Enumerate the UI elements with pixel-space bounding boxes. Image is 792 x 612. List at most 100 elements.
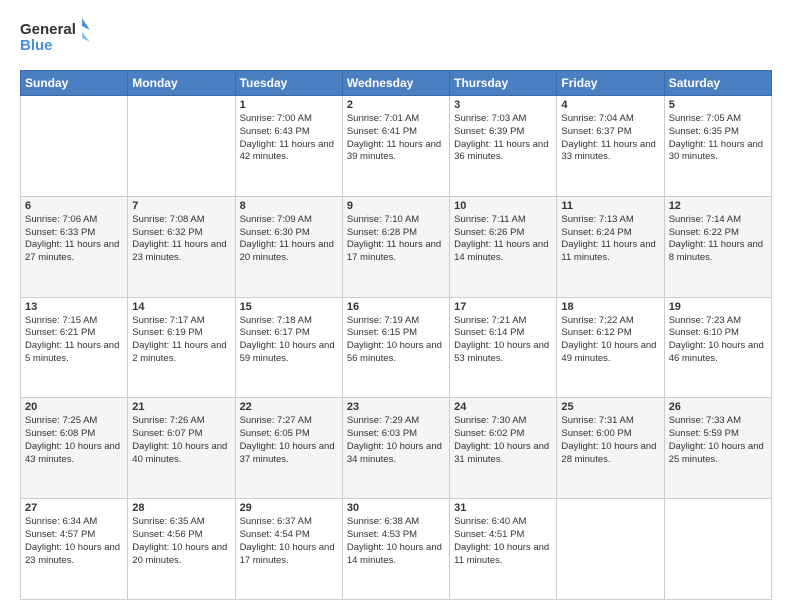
day-number: 15 <box>240 301 338 313</box>
day-number: 23 <box>347 401 445 413</box>
calendar-cell: 30 Sunrise: 6:38 AM Sunset: 4:53 PM Dayli… <box>342 499 449 600</box>
day-info: Sunrise: 6:37 AM Sunset: 4:54 PM Dayligh… <box>240 516 338 567</box>
day-info: Sunrise: 7:19 AM Sunset: 6:15 PM Dayligh… <box>347 315 445 366</box>
day-number: 26 <box>669 401 767 413</box>
calendar-week-1: 1Sunrise: 7:00 AM Sunset: 6:43 PM Daylig… <box>21 96 772 197</box>
day-number: 2 <box>347 99 445 111</box>
day-info: Sunrise: 6:34 AM Sunset: 4:57 PM Dayligh… <box>25 516 123 567</box>
calendar-cell: 7Sunrise: 7:08 AM Sunset: 6:32 PM Daylig… <box>128 196 235 297</box>
day-info: Sunrise: 7:08 AM Sunset: 6:32 PM Dayligh… <box>132 214 230 265</box>
day-number: 3 <box>454 99 552 111</box>
day-info: Sunrise: 7:10 AM Sunset: 6:28 PM Dayligh… <box>347 214 445 265</box>
calendar-cell: 9 Sunrise: 7:10 AM Sunset: 6:28 PM Daylig… <box>342 196 449 297</box>
weekday-header-saturday: Saturday <box>664 71 771 96</box>
calendar-cell <box>128 96 235 197</box>
calendar-header-row: SundayMondayTuesdayWednesdayThursdayFrid… <box>21 71 772 96</box>
day-number: 11 <box>561 200 659 212</box>
day-info: Sunrise: 7:22 AM Sunset: 6:12 PM Dayligh… <box>561 315 659 366</box>
weekday-header-thursday: Thursday <box>450 71 557 96</box>
calendar-cell: 21Sunrise: 7:26 AM Sunset: 6:07 PM Dayli… <box>128 398 235 499</box>
calendar-cell: 27 Sunrise: 6:34 AM Sunset: 4:57 PM Dayli… <box>21 499 128 600</box>
calendar-week-2: 6Sunrise: 7:06 AM Sunset: 6:33 PM Daylig… <box>21 196 772 297</box>
day-number: 13 <box>25 301 123 313</box>
calendar-cell: 25Sunrise: 7:31 AM Sunset: 6:00 PM Dayli… <box>557 398 664 499</box>
calendar-cell <box>664 499 771 600</box>
day-number: 21 <box>132 401 230 413</box>
day-info: Sunrise: 7:25 AM Sunset: 6:08 PM Dayligh… <box>25 415 123 466</box>
day-info: Sunrise: 7:14 AM Sunset: 6:22 PM Dayligh… <box>669 214 767 265</box>
weekday-header-tuesday: Tuesday <box>235 71 342 96</box>
day-number: 18 <box>561 301 659 313</box>
calendar-cell: 6Sunrise: 7:06 AM Sunset: 6:33 PM Daylig… <box>21 196 128 297</box>
day-info: Sunrise: 7:11 AM Sunset: 6:26 PM Dayligh… <box>454 214 552 265</box>
calendar-cell: 31 Sunrise: 6:40 AM Sunset: 4:51 PM Dayli… <box>450 499 557 600</box>
day-info: Sunrise: 7:03 AM Sunset: 6:39 PM Dayligh… <box>454 113 552 164</box>
calendar-cell <box>557 499 664 600</box>
day-number: 6 <box>25 200 123 212</box>
day-number: 20 <box>25 401 123 413</box>
calendar-cell <box>21 96 128 197</box>
calendar-cell: 24 Sunrise: 7:30 AM Sunset: 6:02 PM Dayli… <box>450 398 557 499</box>
calendar-cell: 12 Sunrise: 7:14 AM Sunset: 6:22 PM Dayli… <box>664 196 771 297</box>
calendar-cell: 17 Sunrise: 7:21 AM Sunset: 6:14 PM Dayli… <box>450 297 557 398</box>
weekday-header-friday: Friday <box>557 71 664 96</box>
calendar-week-4: 20 Sunrise: 7:25 AM Sunset: 6:08 PM Dayli… <box>21 398 772 499</box>
day-number: 29 <box>240 502 338 514</box>
calendar-cell: 18 Sunrise: 7:22 AM Sunset: 6:12 PM Dayli… <box>557 297 664 398</box>
day-info: Sunrise: 7:05 AM Sunset: 6:35 PM Dayligh… <box>669 113 767 164</box>
day-info: Sunrise: 7:04 AM Sunset: 6:37 PM Dayligh… <box>561 113 659 164</box>
calendar-cell: 23 Sunrise: 7:29 AM Sunset: 6:03 PM Dayli… <box>342 398 449 499</box>
calendar-cell: 13Sunrise: 7:15 AM Sunset: 6:21 PM Dayli… <box>21 297 128 398</box>
day-number: 14 <box>132 301 230 313</box>
calendar-week-3: 13Sunrise: 7:15 AM Sunset: 6:21 PM Dayli… <box>21 297 772 398</box>
calendar-cell: 10 Sunrise: 7:11 AM Sunset: 6:26 PM Dayli… <box>450 196 557 297</box>
day-number: 8 <box>240 200 338 212</box>
calendar-cell: 26 Sunrise: 7:33 AM Sunset: 5:59 PM Dayli… <box>664 398 771 499</box>
weekday-header-sunday: Sunday <box>21 71 128 96</box>
day-number: 31 <box>454 502 552 514</box>
day-info: Sunrise: 7:21 AM Sunset: 6:14 PM Dayligh… <box>454 315 552 366</box>
day-number: 10 <box>454 200 552 212</box>
calendar-cell: 16Sunrise: 7:19 AM Sunset: 6:15 PM Dayli… <box>342 297 449 398</box>
day-info: Sunrise: 7:01 AM Sunset: 6:41 PM Dayligh… <box>347 113 445 164</box>
calendar-cell: 4 Sunrise: 7:04 AM Sunset: 6:37 PM Daylig… <box>557 96 664 197</box>
day-info: Sunrise: 7:17 AM Sunset: 6:19 PM Dayligh… <box>132 315 230 366</box>
calendar-cell: 28Sunrise: 6:35 AM Sunset: 4:56 PM Dayli… <box>128 499 235 600</box>
day-info: Sunrise: 6:38 AM Sunset: 4:53 PM Dayligh… <box>347 516 445 567</box>
svg-text:General: General <box>20 21 76 38</box>
day-info: Sunrise: 7:23 AM Sunset: 6:10 PM Dayligh… <box>669 315 767 366</box>
calendar-cell: 22Sunrise: 7:27 AM Sunset: 6:05 PM Dayli… <box>235 398 342 499</box>
day-info: Sunrise: 7:09 AM Sunset: 6:30 PM Dayligh… <box>240 214 338 265</box>
calendar-cell: 3 Sunrise: 7:03 AM Sunset: 6:39 PM Daylig… <box>450 96 557 197</box>
day-number: 9 <box>347 200 445 212</box>
calendar-cell: 15Sunrise: 7:18 AM Sunset: 6:17 PM Dayli… <box>235 297 342 398</box>
day-number: 12 <box>669 200 767 212</box>
day-info: Sunrise: 7:13 AM Sunset: 6:24 PM Dayligh… <box>561 214 659 265</box>
weekday-header-wednesday: Wednesday <box>342 71 449 96</box>
day-info: Sunrise: 7:30 AM Sunset: 6:02 PM Dayligh… <box>454 415 552 466</box>
day-number: 4 <box>561 99 659 111</box>
day-info: Sunrise: 6:40 AM Sunset: 4:51 PM Dayligh… <box>454 516 552 567</box>
calendar-cell: 2 Sunrise: 7:01 AM Sunset: 6:41 PM Daylig… <box>342 96 449 197</box>
day-number: 27 <box>25 502 123 514</box>
logo-svg: General Blue <box>20 16 90 60</box>
logo: General Blue <box>20 16 90 60</box>
day-number: 24 <box>454 401 552 413</box>
day-number: 17 <box>454 301 552 313</box>
calendar-cell: 11 Sunrise: 7:13 AM Sunset: 6:24 PM Dayli… <box>557 196 664 297</box>
day-info: Sunrise: 7:31 AM Sunset: 6:00 PM Dayligh… <box>561 415 659 466</box>
day-info: Sunrise: 7:33 AM Sunset: 5:59 PM Dayligh… <box>669 415 767 466</box>
day-number: 30 <box>347 502 445 514</box>
calendar-cell: 20 Sunrise: 7:25 AM Sunset: 6:08 PM Dayli… <box>21 398 128 499</box>
calendar-week-5: 27 Sunrise: 6:34 AM Sunset: 4:57 PM Dayli… <box>21 499 772 600</box>
page-header: General Blue <box>20 16 772 60</box>
day-number: 5 <box>669 99 767 111</box>
calendar-cell: 8 Sunrise: 7:09 AM Sunset: 6:30 PM Daylig… <box>235 196 342 297</box>
calendar-cell: 14 Sunrise: 7:17 AM Sunset: 6:19 PM Dayli… <box>128 297 235 398</box>
calendar-cell: 29 Sunrise: 6:37 AM Sunset: 4:54 PM Dayli… <box>235 499 342 600</box>
day-info: Sunrise: 7:29 AM Sunset: 6:03 PM Dayligh… <box>347 415 445 466</box>
calendar-table: SundayMondayTuesdayWednesdayThursdayFrid… <box>20 70 772 600</box>
calendar-cell: 1Sunrise: 7:00 AM Sunset: 6:43 PM Daylig… <box>235 96 342 197</box>
day-number: 19 <box>669 301 767 313</box>
weekday-header-monday: Monday <box>128 71 235 96</box>
